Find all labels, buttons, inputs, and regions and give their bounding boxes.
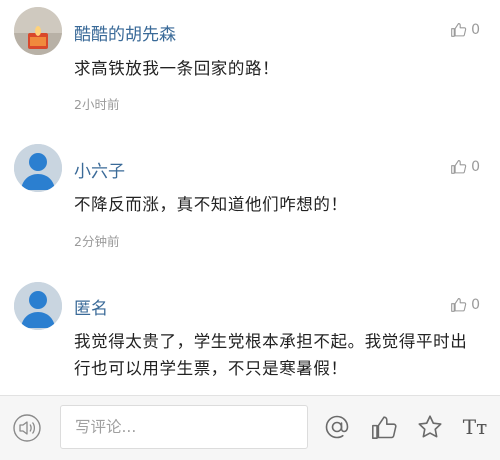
avatar[interactable] [14, 282, 62, 330]
thumbs-up-icon [451, 159, 467, 174]
comment-text: 求高铁放我一条回家的路！ [74, 59, 280, 78]
like-button[interactable]: 0 [450, 296, 480, 313]
at-icon [325, 415, 349, 439]
comment-time: 2小时前 [74, 97, 120, 112]
username[interactable]: 酷酷的胡先森 [74, 20, 176, 45]
like-article-button[interactable] [368, 411, 400, 443]
username[interactable]: 小六子 [74, 157, 125, 182]
comment-input[interactable]: 写评论... [60, 405, 308, 449]
thumbs-up-icon [451, 22, 467, 37]
comment-toolbar: 写评论... Tт [0, 395, 500, 460]
thumbs-up-icon [372, 416, 397, 439]
like-count: 0 [471, 158, 480, 175]
avatar[interactable] [14, 7, 62, 55]
photo-avatar-icon [14, 7, 62, 55]
favorite-button[interactable] [414, 411, 446, 443]
like-count: 0 [471, 296, 480, 313]
like-button[interactable]: 0 [450, 21, 480, 38]
like-count: 0 [471, 21, 480, 38]
comment-text: 不降反而涨，真不知道他们咋想的！ [74, 195, 348, 214]
comment-text: 我觉得太贵了，学生党根本承担不起。我觉得平时出行也可以用学生票，不只是寒暑假！ [74, 332, 468, 378]
like-button[interactable]: 0 [450, 158, 480, 175]
mention-button[interactable] [322, 412, 352, 442]
default-avatar-icon [14, 144, 62, 192]
default-avatar-icon [14, 282, 62, 330]
comment-time: 2分钟前 [74, 234, 120, 249]
voice-button[interactable] [12, 413, 42, 443]
username[interactable]: 匿名 [74, 294, 108, 319]
star-icon [418, 415, 442, 438]
font-size-button[interactable]: Tт [458, 412, 492, 442]
speaker-icon [13, 414, 41, 442]
thumbs-up-icon [451, 297, 467, 312]
avatar[interactable] [14, 144, 62, 192]
font-size-icon: Tт [462, 415, 488, 439]
